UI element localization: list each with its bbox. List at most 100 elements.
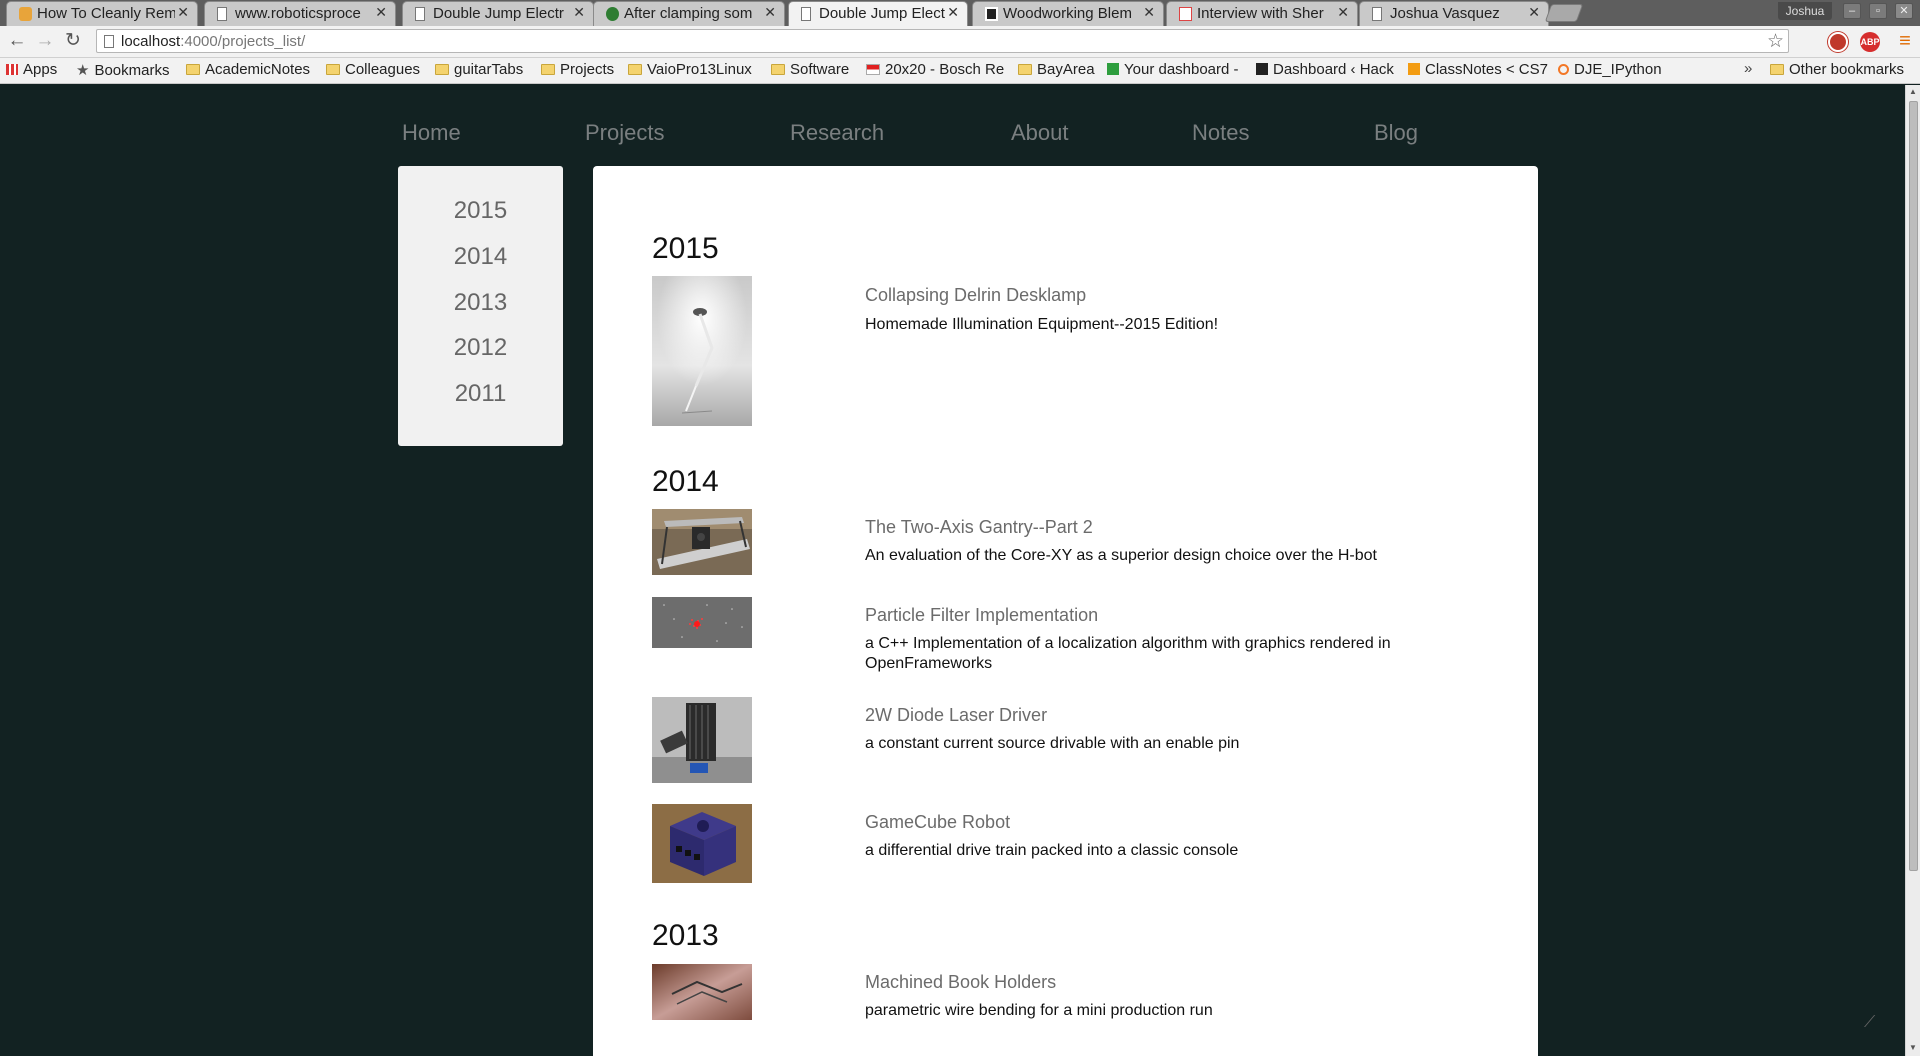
- bookmark-label: 20x20 - Bosch Re: [885, 61, 1005, 78]
- bookmark-link[interactable]: Dashboard ‹ Hack: [1256, 61, 1396, 81]
- project-title-link[interactable]: Particle Filter Implementation: [865, 605, 1098, 626]
- close-icon[interactable]: ✕: [1143, 4, 1155, 21]
- url-host: localhost: [121, 33, 181, 50]
- restore-icon[interactable]: ▫: [1869, 3, 1887, 19]
- browser-tab-active[interactable]: Double Jump Electr ✕: [788, 1, 968, 26]
- page-viewport: Home Projects Research About Notes Blog …: [0, 85, 1905, 1056]
- project-title-link[interactable]: Machined Book Holders: [865, 972, 1056, 993]
- bookmark-folder[interactable]: VaioPro13Linux: [628, 61, 752, 81]
- bookmark-bookmarks[interactable]: ★ Bookmarks: [76, 61, 169, 81]
- year-link-2011[interactable]: 2011: [398, 380, 563, 408]
- scroll-down-icon[interactable]: ▼: [1909, 1043, 1917, 1052]
- page-icon: [1372, 7, 1382, 21]
- project-description: a C++ Implementation of a localization a…: [865, 635, 1391, 672]
- close-icon[interactable]: ✕: [375, 4, 387, 21]
- nav-blog[interactable]: Blog: [1374, 120, 1418, 146]
- close-icon[interactable]: ✕: [1528, 4, 1540, 21]
- bookmark-label: VaioPro13Linux: [647, 61, 752, 78]
- page-icon: [104, 35, 114, 48]
- nav-notes[interactable]: Notes: [1192, 120, 1249, 146]
- profile-badge[interactable]: Joshua: [1778, 2, 1832, 20]
- page-icon: [217, 7, 227, 21]
- tab-title: Joshua Vasquez: [1390, 5, 1500, 22]
- close-icon[interactable]: ✕: [947, 4, 959, 21]
- project-thumbnail-book-holders[interactable]: [652, 964, 752, 1020]
- project-title-link[interactable]: The Two-Axis Gantry--Part 2: [865, 517, 1093, 538]
- minimize-icon[interactable]: –: [1843, 3, 1861, 19]
- year-link-2014[interactable]: 2014: [398, 243, 563, 271]
- url-text[interactable]: localhost:4000/projects_list/: [121, 33, 305, 50]
- folder-icon: [1018, 64, 1032, 75]
- folder-icon: [771, 64, 785, 75]
- bookmark-apps[interactable]: Apps: [6, 61, 57, 81]
- hackaday-icon: [1256, 63, 1268, 75]
- year-link-2013[interactable]: 2013: [398, 289, 563, 317]
- extension-record-icon[interactable]: [1828, 32, 1848, 52]
- star-icon[interactable]: ☆: [1767, 30, 1784, 53]
- folder-icon: [1770, 64, 1784, 75]
- browser-tab[interactable]: Joshua Vasquez ✕: [1359, 1, 1549, 26]
- nav-home[interactable]: Home: [402, 120, 461, 146]
- bookmark-folder[interactable]: guitarTabs: [435, 61, 523, 81]
- more-bookmarks-chevron[interactable]: »: [1744, 60, 1752, 77]
- bookmark-link[interactable]: Your dashboard -: [1107, 61, 1247, 81]
- close-icon[interactable]: ✕: [177, 4, 189, 21]
- address-bar[interactable]: localhost:4000/projects_list/ ☆: [96, 29, 1789, 53]
- folder-icon: [435, 64, 449, 75]
- browser-tab[interactable]: After clamping som ✕: [593, 1, 785, 26]
- project-thumbnail-particle-filter[interactable]: [652, 597, 752, 648]
- project-title-link[interactable]: Collapsing Delrin Desklamp: [865, 285, 1086, 306]
- nav-projects[interactable]: Projects: [585, 120, 664, 146]
- bookmark-link[interactable]: ClassNotes < CS7: [1408, 61, 1548, 81]
- nav-research[interactable]: Research: [790, 120, 884, 146]
- project-entry: 2W Diode Laser Driver a constant current…: [652, 697, 1492, 783]
- menu-icon[interactable]: ≡: [1896, 30, 1914, 53]
- year-link-2015[interactable]: 2015: [398, 197, 563, 225]
- year-link-2012[interactable]: 2012: [398, 334, 563, 362]
- bookmark-link[interactable]: 20x20 - Bosch Re: [866, 61, 1006, 81]
- section-heading-2015: 2015: [652, 232, 719, 265]
- project-description: parametric wire bending for a mini produ…: [865, 1002, 1213, 1019]
- close-icon[interactable]: ✕: [764, 4, 776, 21]
- project-entry: Machined Book Holders parametric wire be…: [652, 964, 1492, 1020]
- projects-panel: 2015 Collapsing Delrin Desklamp Homemade…: [593, 166, 1538, 1056]
- project-entry: GameCube Robot a differential drive trai…: [652, 804, 1492, 883]
- project-title-link[interactable]: GameCube Robot: [865, 812, 1010, 833]
- browser-tab[interactable]: How To Cleanly Rem ✕: [6, 1, 198, 26]
- bookmarks-bar: Apps ★ Bookmarks AcademicNotes Colleagues…: [0, 58, 1920, 84]
- new-tab-button[interactable]: [1544, 4, 1584, 22]
- bookmark-folder[interactable]: Projects: [541, 61, 614, 81]
- page-scrollbar[interactable]: ▲ ▼: [1905, 85, 1920, 1056]
- adblock-icon[interactable]: ABP: [1860, 32, 1880, 52]
- reload-icon[interactable]: ↻: [62, 30, 84, 52]
- project-thumbnail-desklamp[interactable]: [652, 276, 752, 426]
- bookmark-folder[interactable]: Colleagues: [326, 61, 420, 81]
- bookmark-label: BayArea: [1037, 61, 1095, 78]
- forward-icon[interactable]: →: [34, 30, 56, 52]
- project-thumbnail-gantry[interactable]: [652, 509, 752, 575]
- browser-tab[interactable]: Double Jump Electr ✕: [402, 1, 594, 26]
- bookmark-link[interactable]: DJE_IPython: [1558, 61, 1662, 81]
- bookmark-folder[interactable]: AcademicNotes: [186, 61, 310, 81]
- browser-tab[interactable]: www.roboticsproce ✕: [204, 1, 396, 26]
- plus-icon: [1107, 63, 1119, 75]
- nav-about[interactable]: About: [1011, 120, 1069, 146]
- browser-tab[interactable]: Interview with Sher ✕: [1166, 1, 1358, 26]
- browser-tab[interactable]: Woodworking Blem ✕: [972, 1, 1164, 26]
- project-thumbnail-gamecube[interactable]: [652, 804, 752, 883]
- close-window-icon[interactable]: ✕: [1895, 3, 1913, 19]
- other-bookmarks[interactable]: Other bookmarks: [1770, 61, 1904, 81]
- bookmark-folder[interactable]: BayArea: [1018, 61, 1095, 81]
- browser-toolbar: ← → ↻ localhost:4000/projects_list/ ☆ AB…: [0, 26, 1920, 58]
- scroll-up-icon[interactable]: ▲: [1909, 87, 1917, 96]
- project-thumbnail-laser-driver[interactable]: [652, 697, 752, 783]
- close-icon[interactable]: ✕: [1337, 4, 1349, 21]
- green-circle-icon: [606, 7, 619, 21]
- scrollbar-thumb[interactable]: [1909, 101, 1918, 871]
- project-title-link[interactable]: 2W Diode Laser Driver: [865, 705, 1047, 726]
- url-path: :4000/projects_list/: [180, 33, 306, 50]
- section-heading-2014: 2014: [652, 465, 719, 498]
- back-icon[interactable]: ←: [6, 30, 28, 52]
- bookmark-folder[interactable]: Software: [771, 61, 849, 81]
- close-icon[interactable]: ✕: [573, 4, 585, 21]
